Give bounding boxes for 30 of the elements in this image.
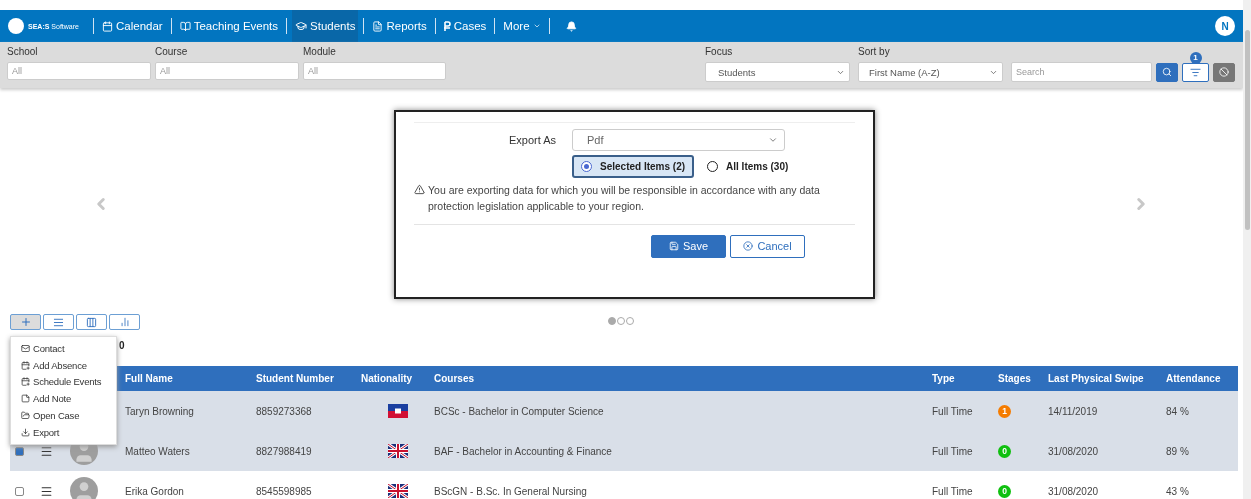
table-cell-text: Matteo Waters bbox=[125, 445, 191, 457]
table-cell-text: Full Time bbox=[932, 405, 974, 417]
filter-label: Sort by bbox=[858, 46, 891, 59]
filter-label: Focus bbox=[705, 46, 734, 59]
stage-badge: 0 bbox=[998, 444, 1011, 458]
stage-badge: 0 bbox=[998, 484, 1011, 498]
filter-label: Course bbox=[155, 46, 189, 59]
filter-count-badge: 1 bbox=[1189, 51, 1202, 64]
table-cell-text: 31/08/2020 bbox=[1048, 485, 1100, 497]
table-cell-text: 8545598985 bbox=[256, 485, 313, 497]
table-cell-text: BAF - Bachelor in Accounting & Finance bbox=[434, 445, 613, 457]
table-cell-text: 84 % bbox=[1166, 405, 1190, 417]
result-count: 0 bbox=[119, 340, 125, 351]
table-cell-text: 89 % bbox=[1166, 445, 1190, 457]
table-cell-text: 14/11/2019 bbox=[1048, 405, 1099, 417]
table-cell-text: 8827988419 bbox=[256, 445, 313, 457]
table-cell-text: BCSc - Bachelor in Computer Science bbox=[434, 405, 605, 417]
export-as-label: Export As bbox=[507, 133, 557, 146]
table-cell-text: BScGN - B.Sc. In General Nursing bbox=[434, 485, 588, 497]
table-cell-text: 8859273368 bbox=[256, 405, 313, 417]
stage-badge: 1 bbox=[998, 404, 1011, 418]
table-cell-text: 31/08/2020 bbox=[1048, 445, 1100, 457]
table-cell-text: Taryn Browning bbox=[125, 405, 195, 417]
table-cell-text: Full Time bbox=[932, 445, 974, 457]
table-cell-text: 43 % bbox=[1166, 485, 1190, 497]
warning-text: You are exporting data for which you will be responsible in accordance with any data protection legislation applicable to your region. bbox=[428, 182, 821, 214]
filter-label: Module bbox=[303, 46, 337, 59]
filter-label: School bbox=[7, 46, 39, 59]
table-cell-text: Erika Gordon bbox=[125, 485, 185, 497]
table-cell-text: Full Time bbox=[932, 485, 974, 497]
